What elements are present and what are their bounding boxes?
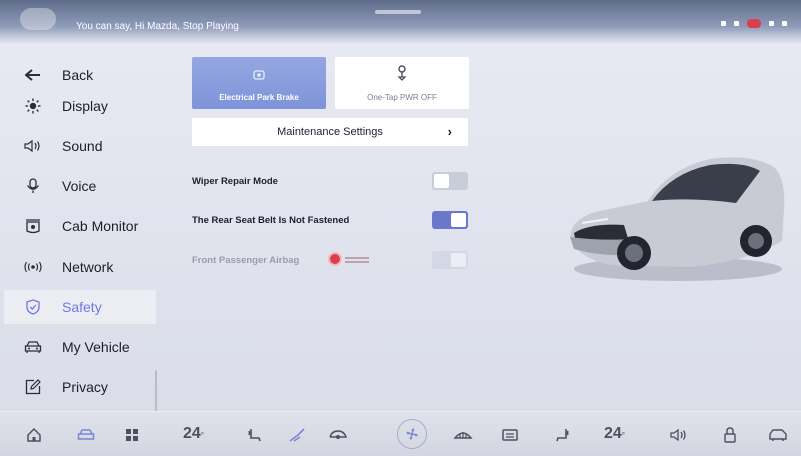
microphone-icon: [18, 178, 48, 194]
right-temperature[interactable]: 24°: [604, 425, 625, 443]
sun-icon: [18, 98, 48, 114]
toggle-knob: [451, 213, 466, 227]
left-temperature-value: 24: [183, 425, 201, 442]
sidebar-item-cab-monitor[interactable]: Cab Monitor: [4, 209, 156, 243]
sidebar-item-label: Safety: [62, 299, 102, 315]
shield-icon: [18, 299, 48, 315]
lock-icon[interactable]: [718, 424, 742, 446]
status-icons: [721, 19, 787, 28]
sidebar-item-label: Back: [62, 67, 94, 83]
camera-icon: [18, 218, 48, 234]
left-temperature[interactable]: 24°: [183, 425, 204, 443]
front-passenger-airbag-toggle: [432, 251, 468, 269]
front-passenger-airbag-label: Front Passenger Airbag: [192, 255, 300, 266]
sidebar-item-network[interactable]: Network: [4, 250, 156, 284]
rear-defrost-icon[interactable]: [498, 424, 522, 446]
passenger-seat-heat-icon[interactable]: [550, 424, 574, 446]
sidebar-item-my-vehicle[interactable]: My Vehicle: [4, 330, 156, 364]
wiper-repair-mode-label: Wiper Repair Mode: [192, 176, 278, 187]
car-icon: [18, 340, 48, 354]
sidebar-scrollbar[interactable]: [155, 370, 157, 416]
seat-heat-icon[interactable]: [243, 424, 267, 446]
sidebar-item-label: Display: [62, 98, 108, 114]
apps-grid-icon[interactable]: [120, 424, 144, 446]
speaker-icon: [18, 139, 48, 153]
chevron-right-icon: ›: [447, 124, 452, 139]
electrical-park-brake-card[interactable]: Electrical Park Brake: [192, 57, 326, 109]
park-brake-icon: [252, 69, 266, 84]
wifi-icon: [769, 21, 774, 26]
sidebar-item-sound[interactable]: Sound: [4, 129, 156, 163]
temperature-unit: °: [200, 431, 204, 440]
sidebar-item-label: Network: [62, 259, 114, 275]
sidebar-item-label: Cab Monitor: [62, 218, 139, 234]
front-defrost-icon[interactable]: [451, 424, 475, 446]
settings-sidebar: Back Display Sound Voice Cab Monitor Net…: [0, 56, 160, 416]
climate-dock: 24° 24°: [0, 411, 801, 456]
voice-hint-text: You can say, Hi Mazda, Stop Playing: [76, 21, 239, 32]
sidebar-item-label: My Vehicle: [62, 339, 130, 355]
vehicle-dock-icon[interactable]: [74, 424, 98, 446]
one-tap-power-off-card[interactable]: One-Tap PWR OFF: [335, 57, 469, 109]
fan-speed-button[interactable]: [397, 419, 427, 449]
maintenance-settings-label: Maintenance Settings: [277, 126, 383, 138]
airflow-direction-icon[interactable]: [285, 424, 309, 446]
alert-badge-icon: [747, 19, 761, 28]
sidebar-item-back[interactable]: Back: [4, 58, 156, 92]
status-bar: You can say, Hi Mazda, Stop Playing: [0, 0, 801, 44]
wiper-repair-mode-toggle[interactable]: [432, 172, 468, 190]
home-icon[interactable]: [22, 424, 46, 446]
sidebar-item-label: Privacy: [62, 379, 108, 395]
edit-icon: [18, 379, 48, 395]
power-off-icon: [396, 65, 408, 84]
battery-icon: [782, 21, 787, 26]
rear-seat-belt-toggle[interactable]: [432, 211, 468, 229]
airbag-indicator-icon: [345, 257, 369, 265]
sidebar-item-privacy[interactable]: Privacy: [4, 370, 156, 404]
sidebar-item-voice[interactable]: Voice: [4, 169, 156, 203]
pull-down-handle[interactable]: [375, 10, 421, 14]
right-temperature-value: 24: [604, 425, 622, 442]
sidebar-item-label: Voice: [62, 178, 97, 194]
back-arrow-icon: [18, 69, 48, 81]
recirculation-icon[interactable]: [326, 424, 350, 446]
trunk-icon[interactable]: [766, 424, 790, 446]
toggle-knob: [451, 253, 466, 267]
temperature-unit: °: [621, 431, 625, 440]
sidebar-item-display[interactable]: Display: [4, 89, 156, 123]
signal-icon: [721, 21, 726, 26]
bluetooth-icon: [734, 21, 739, 26]
card-label: Electrical Park Brake: [219, 93, 299, 102]
toggle-knob: [434, 174, 449, 188]
voice-assistant-avatar[interactable]: [20, 8, 56, 30]
fan-icon: [406, 428, 418, 440]
maintenance-settings-row[interactable]: Maintenance Settings ›: [192, 118, 468, 146]
rear-seat-belt-label: The Rear Seat Belt Is Not Fastened: [192, 215, 350, 226]
network-icon: [18, 261, 48, 273]
sidebar-item-label: Sound: [62, 138, 103, 154]
card-label: One-Tap PWR OFF: [367, 93, 437, 102]
airbag-status-icon: [328, 252, 342, 266]
volume-icon[interactable]: [667, 424, 691, 446]
vehicle-illustration: [570, 157, 785, 281]
sidebar-item-safety[interactable]: Safety: [4, 290, 156, 324]
